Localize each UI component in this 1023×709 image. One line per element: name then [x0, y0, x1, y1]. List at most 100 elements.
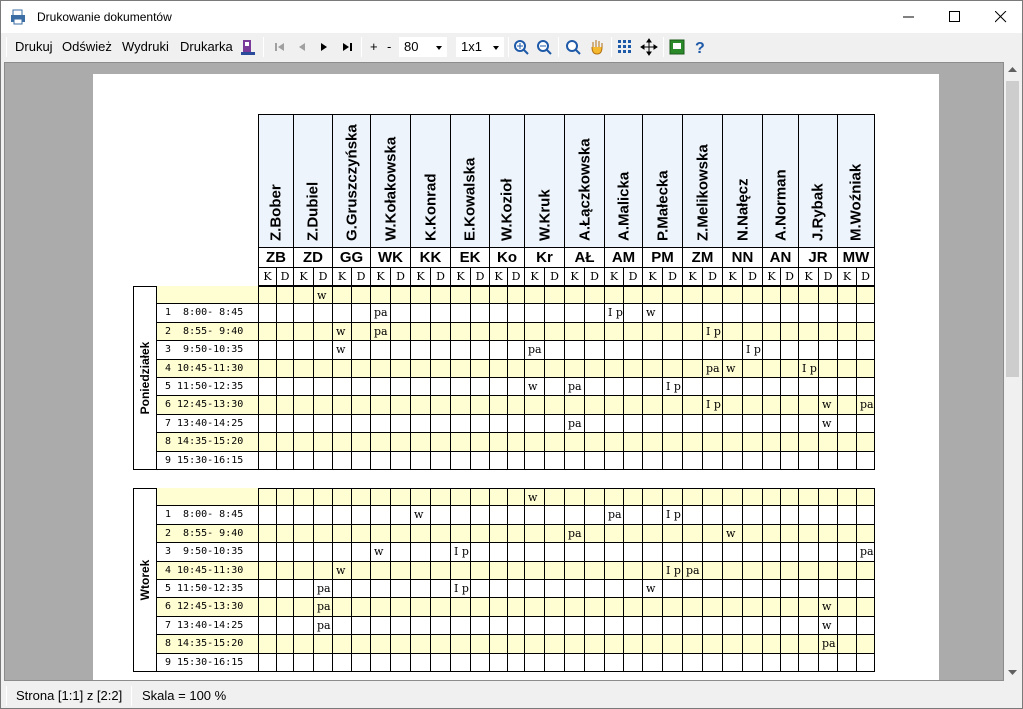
- schedule-cell[interactable]: [451, 378, 471, 397]
- schedule-cell[interactable]: w: [333, 322, 352, 342]
- schedule-cell[interactable]: [471, 653, 490, 672]
- scrollbar-thumb[interactable]: [1006, 81, 1019, 377]
- schedule-cell[interactable]: [259, 341, 277, 360]
- schedule-cell[interactable]: [838, 635, 857, 654]
- schedule-cell[interactable]: [411, 396, 431, 415]
- help-icon[interactable]: ?: [691, 38, 709, 56]
- schedule-cell[interactable]: [259, 598, 277, 617]
- schedule-cell[interactable]: [277, 580, 294, 599]
- schedule-cell[interactable]: [703, 414, 723, 434]
- schedule-cell[interactable]: [585, 378, 605, 397]
- schedule-cell[interactable]: [624, 653, 643, 672]
- schedule-cell[interactable]: [624, 488, 643, 507]
- schedule-cell[interactable]: [294, 322, 314, 342]
- schedule-cell[interactable]: [411, 561, 431, 580]
- schedule-cell[interactable]: [683, 543, 703, 562]
- schedule-cell[interactable]: [525, 580, 545, 599]
- export-icon[interactable]: [668, 38, 686, 56]
- scroll-up-icon[interactable]: [1008, 67, 1017, 73]
- schedule-cell[interactable]: [352, 506, 371, 525]
- schedule-cell[interactable]: [703, 378, 723, 397]
- schedule-cell[interactable]: [259, 543, 277, 562]
- schedule-cell[interactable]: [703, 635, 723, 654]
- schedule-cell[interactable]: [490, 433, 508, 452]
- schedule-cell[interactable]: [624, 543, 643, 562]
- schedule-cell[interactable]: [585, 396, 605, 415]
- schedule-cell[interactable]: [743, 488, 763, 507]
- schedule-cell[interactable]: [508, 635, 525, 654]
- schedule-cell[interactable]: pa: [314, 580, 333, 599]
- schedule-cell[interactable]: [391, 635, 411, 654]
- schedule-cell[interactable]: w: [333, 341, 352, 360]
- schedule-cell[interactable]: I p: [703, 396, 723, 415]
- schedule-cell[interactable]: [605, 543, 624, 562]
- schedule-cell[interactable]: [490, 653, 508, 672]
- schedule-cell[interactable]: [471, 322, 490, 342]
- schedule-cell[interactable]: [857, 359, 875, 378]
- schedule-cell[interactable]: [743, 304, 763, 323]
- schedule-cell[interactable]: [545, 488, 565, 507]
- schedule-cell[interactable]: [643, 359, 663, 378]
- schedule-cell[interactable]: [294, 433, 314, 452]
- schedule-cell[interactable]: [643, 414, 663, 434]
- schedule-cell[interactable]: [819, 378, 838, 397]
- schedule-cell[interactable]: [643, 378, 663, 397]
- schedule-cell[interactable]: [781, 506, 799, 525]
- schedule-cell[interactable]: [663, 616, 683, 636]
- schedule-cell[interactable]: [431, 304, 451, 323]
- schedule-cell[interactable]: [411, 341, 431, 360]
- schedule-cell[interactable]: [259, 378, 277, 397]
- schedule-cell[interactable]: [703, 341, 723, 360]
- schedule-cell[interactable]: [743, 414, 763, 434]
- schedule-cell[interactable]: [838, 524, 857, 544]
- schedule-cell[interactable]: [605, 451, 624, 470]
- schedule-cell[interactable]: [352, 561, 371, 580]
- schedule-cell[interactable]: [525, 506, 545, 525]
- schedule-cell[interactable]: [605, 616, 624, 636]
- schedule-cell[interactable]: [277, 341, 294, 360]
- schedule-cell[interactable]: [545, 561, 565, 580]
- schedule-cell[interactable]: [605, 433, 624, 452]
- schedule-cell[interactable]: [471, 543, 490, 562]
- schedule-cell[interactable]: [259, 433, 277, 452]
- schedule-cell[interactable]: [838, 341, 857, 360]
- schedule-cell[interactable]: [663, 433, 683, 452]
- schedule-cell[interactable]: [857, 561, 875, 580]
- schedule-cell[interactable]: [451, 359, 471, 378]
- schedule-cell[interactable]: [723, 396, 743, 415]
- schedule-cell[interactable]: [763, 580, 781, 599]
- schedule-cell[interactable]: [525, 396, 545, 415]
- zoom-in-button[interactable]: +: [370, 38, 378, 56]
- schedule-cell[interactable]: [585, 543, 605, 562]
- schedule-cell[interactable]: [411, 635, 431, 654]
- schedule-cell[interactable]: pa: [565, 414, 585, 434]
- schedule-cell[interactable]: [624, 635, 643, 654]
- schedule-cell[interactable]: [605, 580, 624, 599]
- schedule-cell[interactable]: [314, 322, 333, 342]
- schedule-cell[interactable]: [545, 543, 565, 562]
- schedule-cell[interactable]: [781, 286, 799, 305]
- schedule-cell[interactable]: w: [643, 304, 663, 323]
- schedule-cell[interactable]: [294, 378, 314, 397]
- schedule-cell[interactable]: [838, 304, 857, 323]
- schedule-cell[interactable]: [545, 635, 565, 654]
- schedule-cell[interactable]: [585, 414, 605, 434]
- schedule-cell[interactable]: [508, 433, 525, 452]
- schedule-cell[interactable]: [277, 524, 294, 544]
- schedule-cell[interactable]: [411, 322, 431, 342]
- schedule-cell[interactable]: [352, 543, 371, 562]
- schedule-cell[interactable]: [838, 653, 857, 672]
- schedule-cell[interactable]: [624, 414, 643, 434]
- schedule-cell[interactable]: [723, 653, 743, 672]
- schedule-cell[interactable]: [471, 304, 490, 323]
- schedule-cell[interactable]: [565, 635, 585, 654]
- printer-button[interactable]: Drukarka: [180, 38, 233, 56]
- schedule-cell[interactable]: [781, 561, 799, 580]
- schedule-cell[interactable]: [819, 359, 838, 378]
- schedule-cell[interactable]: [294, 580, 314, 599]
- schedule-cell[interactable]: [471, 433, 490, 452]
- schedule-cell[interactable]: [743, 561, 763, 580]
- schedule-cell[interactable]: [663, 580, 683, 599]
- schedule-cell[interactable]: [333, 616, 352, 636]
- previous-page-icon[interactable]: [293, 38, 311, 56]
